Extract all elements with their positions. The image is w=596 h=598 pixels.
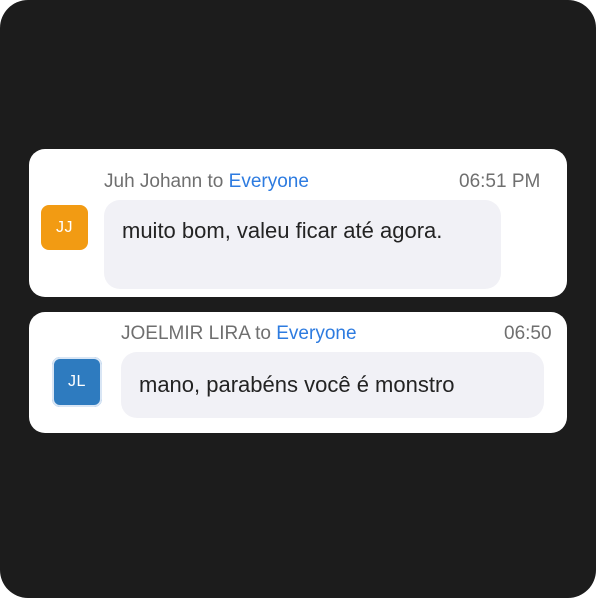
to-word: to	[255, 323, 271, 344]
recipient-link[interactable]: Everyone	[276, 323, 356, 344]
to-word: to	[207, 171, 224, 192]
message-bubble: mano, parabéns você é monstro	[121, 352, 544, 418]
message-header: Juh Johann to Everyone	[104, 171, 309, 193]
chat-panel: Juh Johann to Everyone 06:51 PM JJ muito…	[0, 0, 596, 598]
sender-name: Juh Johann	[104, 171, 203, 192]
sender-name: JOELMIR LIRA	[121, 323, 250, 344]
message-bubble: muito bom, valeu ficar até agora.	[104, 200, 501, 289]
message-header: JOELMIR LIRA to Everyone	[121, 323, 357, 345]
chat-message: Juh Johann to Everyone 06:51 PM JJ muito…	[29, 149, 567, 297]
message-time: 06:50	[504, 323, 552, 344]
recipient-link[interactable]: Everyone	[229, 171, 309, 192]
avatar[interactable]: JJ	[41, 205, 88, 250]
message-time: 06:51 PM	[459, 171, 541, 192]
chat-message: JOELMIR LIRA to Everyone 06:50 JL mano, …	[29, 312, 567, 433]
avatar[interactable]: JL	[52, 357, 102, 407]
